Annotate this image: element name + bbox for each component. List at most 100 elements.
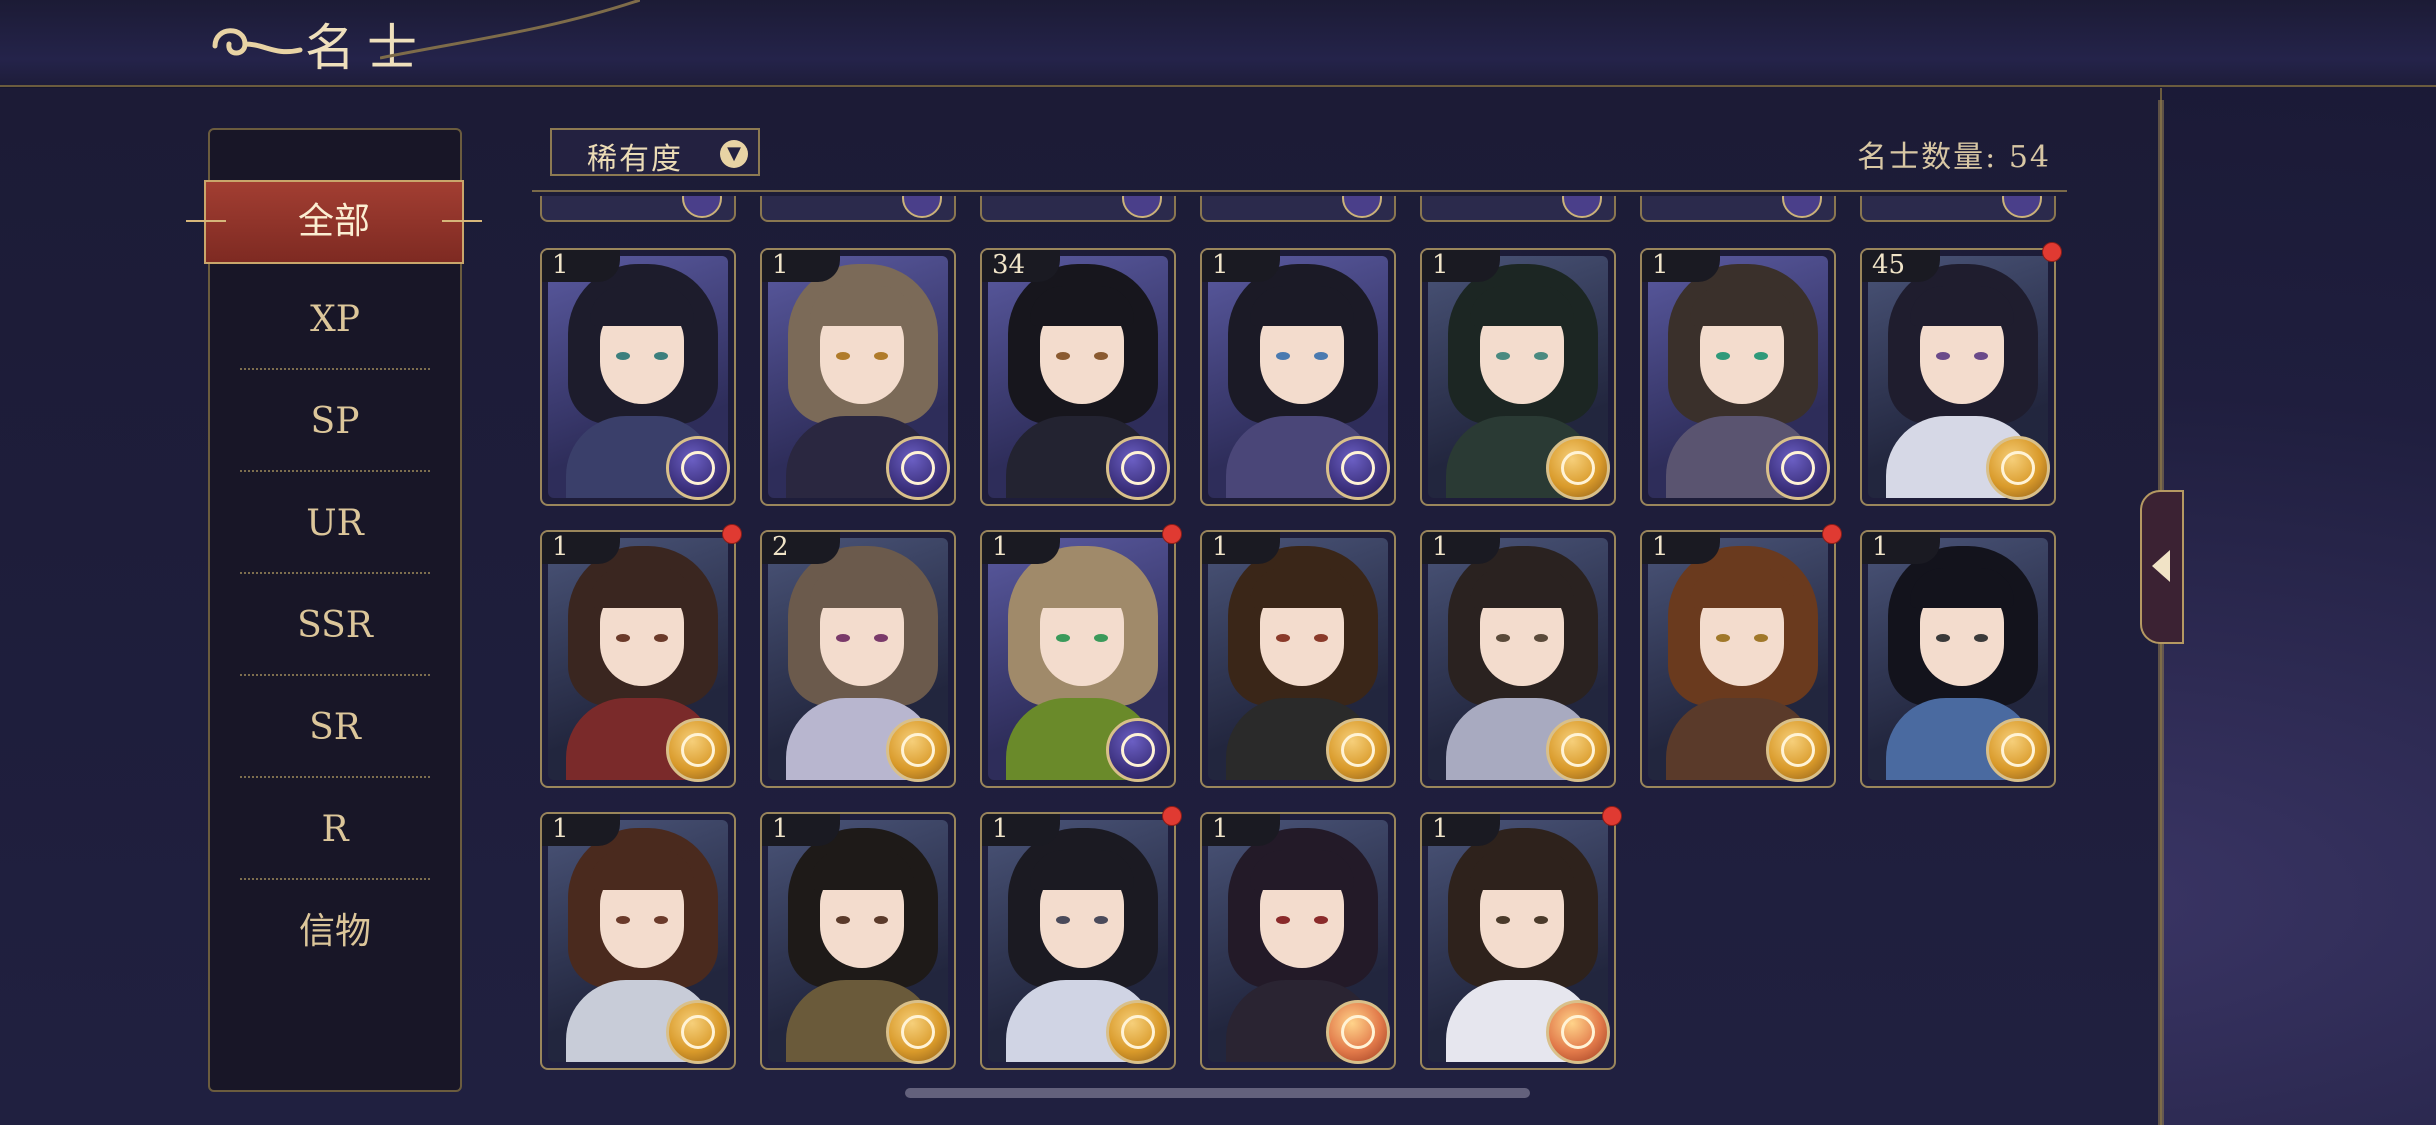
rank-emblem-icon	[1546, 436, 1610, 500]
level-badge: 1	[1422, 532, 1500, 564]
notification-dot	[722, 524, 742, 544]
level-value: 45	[1872, 250, 1906, 280]
emblem-ring	[1341, 733, 1375, 767]
emblem-ring	[1561, 733, 1595, 767]
rank-emblem-icon	[1326, 718, 1390, 782]
character-card[interactable]: 1	[980, 530, 1176, 788]
level-badge: 1	[762, 250, 840, 282]
emblem-ring	[681, 451, 715, 485]
level-badge: 1	[1202, 250, 1280, 282]
rank-emblem-icon	[1546, 718, 1610, 782]
rarity-filter-dropdown[interactable]: 稀有度 ▼	[550, 128, 760, 177]
level-value: 1	[1212, 814, 1229, 844]
partial-card	[540, 196, 736, 222]
divider	[240, 368, 430, 370]
side-panel-toggle[interactable]	[2140, 490, 2184, 644]
level-value: 1	[992, 532, 1009, 562]
character-card[interactable]: 1	[540, 530, 736, 788]
emblem-ring	[901, 1015, 935, 1049]
sidebar-item-ur[interactable]: UR	[210, 474, 460, 574]
sidebar-item-r[interactable]: R	[210, 780, 460, 880]
level-badge: 1	[982, 814, 1060, 846]
character-card[interactable]: 1	[1640, 248, 1836, 506]
character-card[interactable]: 1	[540, 812, 736, 1070]
character-card[interactable]: 1	[1420, 530, 1616, 788]
level-badge: 1	[542, 250, 620, 282]
level-value: 1	[1872, 532, 1889, 562]
level-badge: 1	[542, 532, 620, 564]
character-card[interactable]: 1	[1640, 530, 1836, 788]
level-value: 2	[772, 532, 789, 562]
character-count: 名士数量: 54	[1857, 140, 2051, 175]
rank-emblem-icon	[1546, 1000, 1610, 1064]
character-card[interactable]: 2	[760, 530, 956, 788]
emblem-ring	[1561, 451, 1595, 485]
rank-emblem-icon	[902, 196, 942, 218]
arrow-left-icon	[2152, 550, 2170, 582]
horizontal-scrollbar[interactable]	[905, 1088, 1530, 1098]
notification-dot	[1602, 806, 1622, 826]
divider	[240, 878, 430, 880]
character-card[interactable]: 45	[1860, 248, 2056, 506]
level-value: 1	[1432, 532, 1449, 562]
level-badge: 1	[1202, 814, 1280, 846]
rarity-sidebar: XP SP UR SSR SR R 信物	[208, 128, 462, 1092]
partial-card	[1640, 196, 1836, 222]
sidebar-item-token[interactable]: 信物	[210, 882, 460, 982]
divider	[240, 470, 430, 472]
sidebar-item-label: UR	[306, 503, 364, 544]
rank-emblem-icon	[666, 1000, 730, 1064]
divider	[240, 674, 430, 676]
rank-emblem-icon	[1122, 196, 1162, 218]
divider	[240, 776, 430, 778]
emblem-ring	[1341, 451, 1375, 485]
character-card[interactable]: 1	[1200, 812, 1396, 1070]
notification-dot	[1162, 524, 1182, 544]
cloud-swirl-icon	[212, 28, 303, 56]
sidebar-item-label: R	[321, 809, 349, 850]
rank-emblem-icon	[682, 196, 722, 218]
emblem-ring	[1561, 1015, 1595, 1049]
character-card[interactable]: 1	[1420, 812, 1616, 1070]
rank-emblem-icon	[1986, 718, 2050, 782]
character-card[interactable]: 1	[760, 812, 956, 1070]
filter-label: 稀有度	[587, 142, 683, 177]
level-value: 1	[772, 814, 789, 844]
level-badge: 1	[1642, 250, 1720, 282]
level-badge: 1	[1642, 532, 1720, 564]
level-value: 34	[992, 250, 1026, 280]
character-card[interactable]: 1	[980, 812, 1176, 1070]
sidebar-item-label: 信物	[298, 911, 371, 952]
emblem-ring	[1781, 733, 1815, 767]
character-card[interactable]: 34	[980, 248, 1176, 506]
rank-emblem-icon	[886, 1000, 950, 1064]
level-badge: 1	[1202, 532, 1280, 564]
sidebar-item-sp[interactable]: SP	[210, 372, 460, 472]
emblem-ring	[681, 733, 715, 767]
character-card[interactable]: 1	[760, 248, 956, 506]
level-value: 1	[1652, 250, 1669, 280]
notification-dot	[1822, 524, 1842, 544]
character-card[interactable]: 1	[1420, 248, 1616, 506]
rank-emblem-icon	[1106, 1000, 1170, 1064]
character-card[interactable]: 1	[1200, 248, 1396, 506]
sidebar-item-ssr[interactable]: SSR	[210, 576, 460, 676]
rank-emblem-icon	[1766, 718, 1830, 782]
sidebar-item-label: SR	[309, 707, 361, 748]
sidebar-item-sr[interactable]: SR	[210, 678, 460, 778]
level-badge: 1	[1422, 250, 1500, 282]
emblem-ring	[901, 733, 935, 767]
rank-emblem-icon	[2002, 196, 2042, 218]
partial-card	[760, 196, 956, 222]
character-card[interactable]: 1	[1860, 530, 2056, 788]
level-value: 1	[992, 814, 1009, 844]
character-card[interactable]: 1	[540, 248, 736, 506]
character-card[interactable]: 1	[1200, 530, 1396, 788]
sidebar-item-xp[interactable]: XP	[210, 270, 460, 370]
level-value: 1	[772, 250, 789, 280]
level-badge: 1	[1862, 532, 1940, 564]
rank-emblem-icon	[1326, 1000, 1390, 1064]
level-badge: 2	[762, 532, 840, 564]
rank-emblem-icon	[666, 436, 730, 500]
notification-dot	[2042, 242, 2062, 262]
